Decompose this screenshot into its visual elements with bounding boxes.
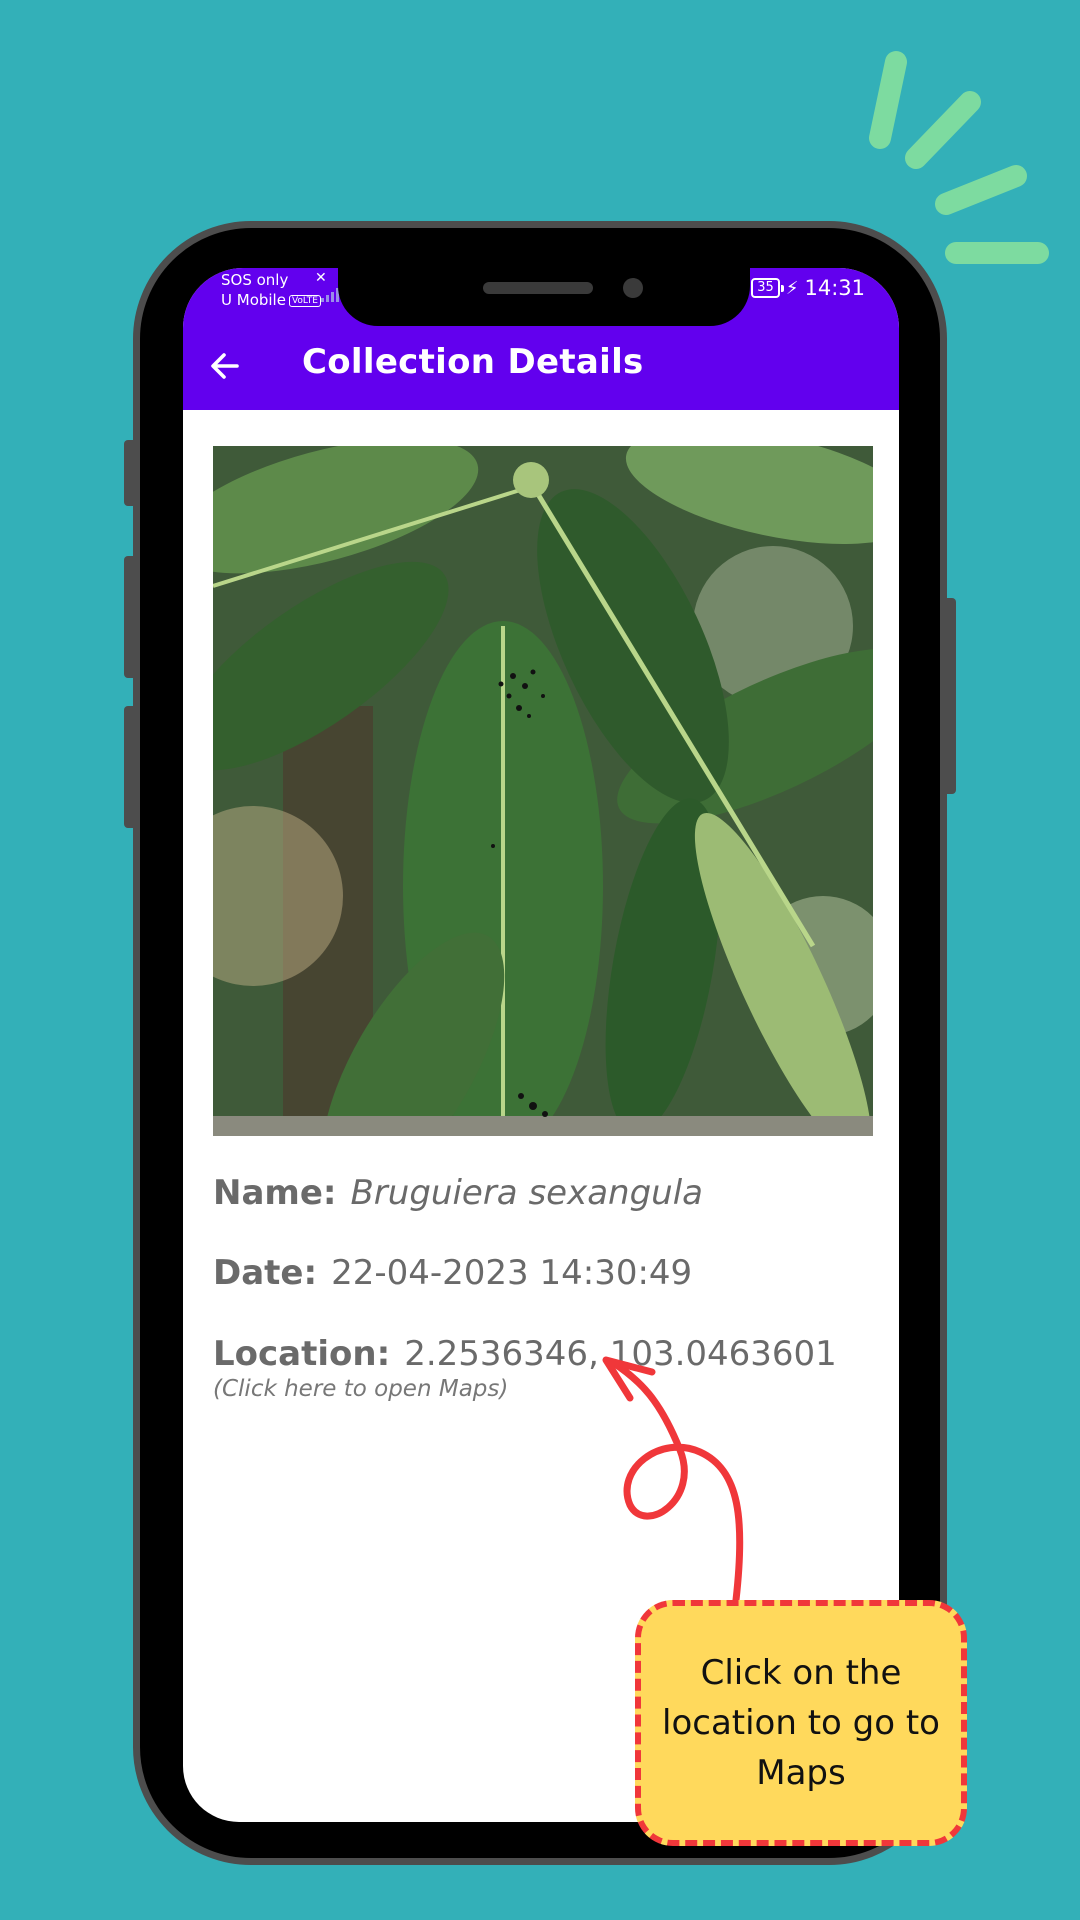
callout-note: Click on the location to go to Maps xyxy=(635,1600,967,1846)
